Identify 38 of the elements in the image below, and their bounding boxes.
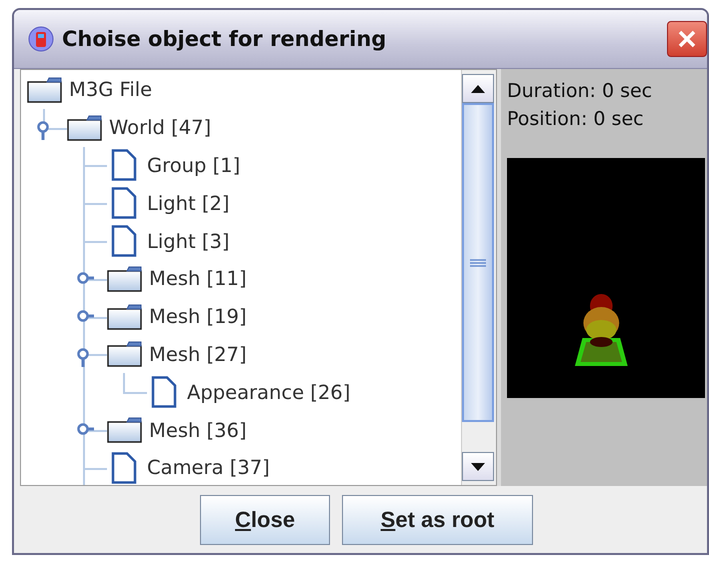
tree-item[interactable]: Appearance [26] — [187, 380, 350, 404]
scroll-down-button[interactable] — [462, 452, 494, 481]
folder-icon — [107, 417, 143, 444]
folder-icon — [107, 304, 143, 330]
caret-down-icon — [471, 462, 485, 470]
scroll-up-button[interactable] — [462, 74, 494, 103]
folder-icon — [107, 266, 143, 292]
tree-item[interactable]: M3G File — [69, 78, 152, 102]
tree-item[interactable]: Light [2] — [147, 192, 230, 215]
folder-icon — [27, 76, 63, 103]
tree-item[interactable]: Group [1] — [147, 154, 240, 177]
tree-item[interactable]: Light [3] — [147, 230, 230, 253]
tree-item[interactable]: World [47] — [109, 116, 212, 140]
dialog-button[interactable]: Close — [200, 494, 330, 544]
expand-handle-icon[interactable] — [36, 120, 50, 140]
app-icon — [28, 26, 54, 52]
tree-item[interactable]: Camera [37] — [147, 456, 270, 480]
tree-item[interactable]: Mesh [27] — [149, 342, 247, 366]
expand-handle-icon[interactable] — [76, 270, 94, 285]
tree-item[interactable]: Mesh [11] — [149, 267, 247, 290]
scrollbar-thumb[interactable] — [462, 103, 494, 422]
document-icon — [111, 149, 137, 182]
window-title: Choise object for rendering — [62, 27, 388, 51]
document-icon — [111, 225, 137, 258]
expand-handle-icon[interactable] — [76, 422, 94, 436]
folder-icon — [107, 341, 143, 368]
tree-item[interactable]: Mesh [19] — [149, 305, 247, 328]
expand-handle-icon[interactable] — [76, 346, 90, 367]
duration-text: Duration: 0 sec — [507, 79, 654, 104]
close-icon[interactable] — [667, 21, 707, 57]
folder-icon — [67, 114, 103, 141]
dialog-button[interactable]: Set as root — [342, 494, 533, 544]
tree-item[interactable]: Mesh [36] — [149, 418, 247, 442]
expand-handle-icon[interactable] — [76, 308, 94, 323]
position-text: Position: 0 sec — [507, 107, 645, 132]
caret-up-icon — [471, 84, 485, 92]
document-icon — [151, 376, 177, 408]
document-icon — [111, 187, 137, 220]
